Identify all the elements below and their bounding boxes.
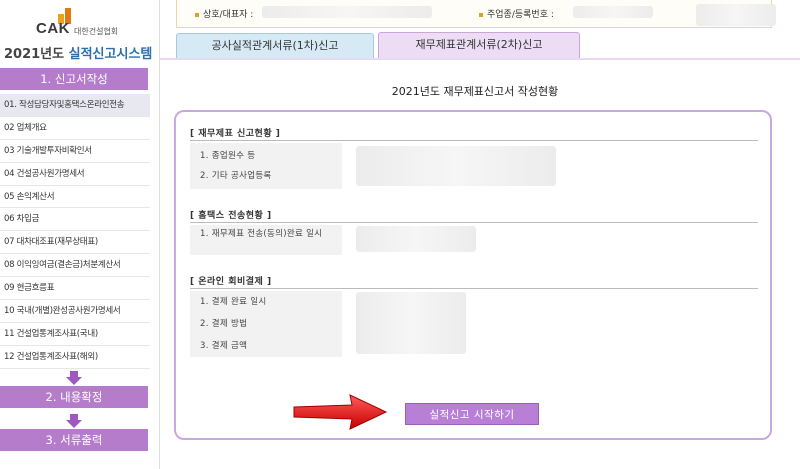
business-label: 주업종/등록번호 : <box>487 10 554 20</box>
tab-financial-report[interactable]: 재무제표관계서류(2차)신고 <box>378 32 580 60</box>
bullet-icon <box>479 12 483 17</box>
redacted-company-value <box>262 6 432 18</box>
company-label: 상호/대표자 : <box>203 10 254 20</box>
row-label-employees: 1. 종업원수 등 <box>200 151 256 161</box>
row-label-payment-amount: 3. 결제 금액 <box>200 341 248 351</box>
redacted-hometax-value <box>356 226 476 252</box>
redacted-business-value <box>573 6 653 18</box>
redacted-extra <box>696 4 776 26</box>
logo-org-name: 대한건설협회 <box>74 27 119 36</box>
sidebar-menu: 01. 작성담당자및홈택스온라인전송 02 업체개요 03 기술개발투자비확인서… <box>0 94 150 369</box>
system-title: 2021년도 실적신고시스템 <box>4 43 152 62</box>
company-field: 상호/대표자 : <box>195 7 253 20</box>
menu-item-11[interactable]: 11 건설업통계조사표(국내) <box>0 323 150 346</box>
section-title-payment: [ 온라인 회비결제 ] <box>190 277 272 287</box>
row-label-group: 1. 종업원수 등 2. 기타 공사업등록 <box>190 143 342 189</box>
tab-construction-report[interactable]: 공사실적관계서류(1차)신고 <box>176 33 374 59</box>
menu-item-02[interactable]: 02 업체개요 <box>0 117 150 140</box>
arrow-down-icon <box>66 414 82 428</box>
business-field: 주업종/등록번호 : <box>479 7 554 20</box>
section-title-hometax: [ 홈택스 전송현황 ] <box>190 211 272 221</box>
redacted-financial-values <box>356 146 556 186</box>
divider <box>190 222 758 223</box>
logo-brand: CAK <box>36 20 70 37</box>
arrow-down-icon <box>66 371 82 385</box>
system-name: 실적신고시스템 <box>68 47 153 62</box>
menu-item-03[interactable]: 03 기술개발투자비확인서 <box>0 140 150 163</box>
logo[interactable]: CAK 대한건설협회 <box>36 6 146 37</box>
step-write-button[interactable]: 1. 신고서작성 <box>0 68 148 90</box>
system-year: 2021년도 <box>4 47 65 62</box>
company-info-bar: 상호/대표자 : 주업종/등록번호 : <box>176 0 772 28</box>
start-report-button[interactable]: 실적신고 시작하기 <box>405 403 539 425</box>
page-title: 2021년도 재무제표신고서 작성현황 <box>391 85 559 98</box>
menu-item-08[interactable]: 08 이익잉여금(결손금)처분계산서 <box>0 254 150 278</box>
menu-item-06[interactable]: 06 차입금 <box>0 208 150 232</box>
row-label-hometax-date: 1. 재무제표 전송(동의)완료 일시 <box>190 225 342 255</box>
section-title-financial: [ 재무제표 신고현황 ] <box>190 129 281 139</box>
row-label-payment-method: 2. 결제 방법 <box>200 319 248 329</box>
divider <box>190 288 758 289</box>
row-label-payment-date: 1. 결제 완료 일시 <box>200 297 267 307</box>
sidebar: CAK 대한건설협회 2021년도 실적신고시스템 1. 신고서작성 01. 작… <box>0 0 160 469</box>
bullet-icon <box>195 12 199 17</box>
redacted-payment-values <box>356 292 466 354</box>
divider <box>190 140 758 141</box>
tab-underline <box>160 58 800 60</box>
step-print-button[interactable]: 3. 서류출력 <box>0 429 148 451</box>
menu-item-12[interactable]: 12 건설업통계조사표(해외) <box>0 346 150 369</box>
menu-item-04[interactable]: 04 건설공사원가명세서 <box>0 163 150 186</box>
row-label-other-business: 2. 기타 공사업등록 <box>200 171 272 181</box>
status-panel: [ 재무제표 신고현황 ] 1. 종업원수 등 2. 기타 공사업등록 [ 홈택… <box>174 110 772 440</box>
menu-item-10[interactable]: 10 국내(개별)완성공사원가명세서 <box>0 300 150 323</box>
menu-item-01[interactable]: 01. 작성담당자및홈택스온라인전송 <box>0 94 150 117</box>
menu-item-07[interactable]: 07 대차대조표(재무상태표) <box>0 231 150 255</box>
menu-item-05[interactable]: 05 손익계산서 <box>0 186 150 209</box>
row-label-group: 1. 결제 완료 일시 2. 결제 방법 3. 결제 금액 <box>190 291 342 357</box>
step-confirm-button[interactable]: 2. 내용확정 <box>0 386 148 408</box>
menu-item-09[interactable]: 09 현금흐름표 <box>0 277 150 301</box>
arrow-right-icon <box>293 394 388 430</box>
